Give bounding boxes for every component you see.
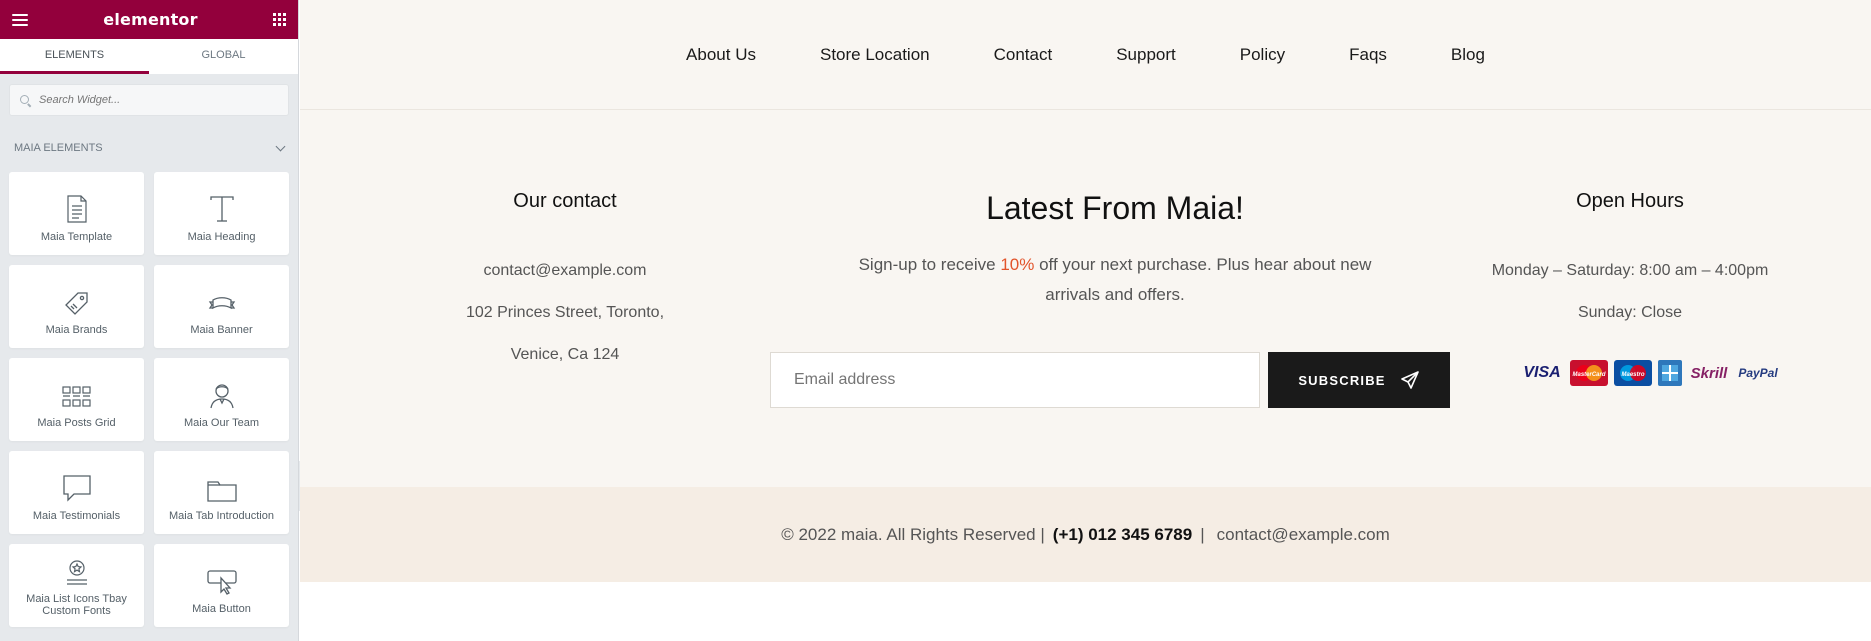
panel-header: elementor: [0, 0, 298, 39]
site-preview: About Us Store Location Contact Support …: [300, 0, 1871, 641]
elementor-logo: elementor: [103, 10, 198, 29]
nav-blog[interactable]: Blog: [1451, 45, 1485, 65]
newsletter-title: Latest From Maia!: [986, 190, 1244, 226]
mastercard-logo: MasterCard: [1570, 360, 1608, 386]
widget-label: Maia Our Team: [184, 417, 259, 429]
email-address-input[interactable]: [770, 352, 1260, 408]
search-widget-input[interactable]: [39, 94, 279, 106]
tab-icon: [206, 481, 237, 502]
contact-address-line2: Venice, Ca 124: [510, 346, 620, 363]
nav-faqs[interactable]: Faqs: [1349, 45, 1387, 65]
nav-contact[interactable]: Contact: [994, 45, 1053, 65]
svg-text:Maestro: Maestro: [1621, 372, 1644, 378]
newsletter-description: Sign-up to receive 10% off your next pur…: [840, 250, 1390, 310]
subscribe-label: SUBSCRIBE: [1298, 372, 1386, 388]
paper-plane-icon: [1400, 371, 1419, 389]
copyright-bar: © 2022 maia. All Rights Reserved | (+1) …: [300, 487, 1871, 582]
footer-main: Our contact contact@example.com 102 Prin…: [300, 110, 1871, 487]
widget-maia-list-icons[interactable]: Maia List Icons Tbay Custom Fonts: [9, 544, 144, 627]
category-header[interactable]: MAIA ELEMENTS: [0, 128, 298, 168]
subscribe-button[interactable]: SUBSCRIBE: [1268, 352, 1450, 408]
team-member-icon: [209, 384, 234, 409]
tab-global[interactable]: GLOBAL: [149, 39, 298, 74]
payment-methods: VISA MasterCard Maestro Skrill PayPal: [1520, 360, 1780, 386]
widget-label: Maia Testimonials: [32, 510, 121, 522]
nav-support[interactable]: Support: [1116, 45, 1176, 65]
search-box: [9, 84, 289, 116]
document-icon: [66, 195, 87, 223]
category-title: MAIA ELEMENTS: [14, 142, 103, 154]
widget-label: Maia Banner: [190, 324, 253, 336]
hamburger-menu-icon[interactable]: [12, 13, 28, 26]
desc-text-after: off your next purchase. Plus hear about …: [1034, 255, 1372, 304]
widget-maia-banner[interactable]: Maia Banner: [154, 265, 289, 348]
search-wrapper: [0, 74, 298, 126]
button-cursor-icon: [206, 570, 237, 595]
widget-label: Maia Posts Grid: [37, 417, 116, 429]
widget-label: Maia Tab Introduction: [169, 510, 274, 522]
widget-maia-testimonials[interactable]: Maia Testimonials: [9, 451, 144, 534]
widget-maia-tab-introduction[interactable]: Maia Tab Introduction: [154, 451, 289, 534]
widget-label: Maia List Icons Tbay Custom Fonts: [26, 593, 127, 617]
chevron-down-icon: [275, 141, 286, 151]
visa-logo: VISA: [1523, 364, 1561, 381]
panel-tabs: ELEMENTS GLOBAL: [0, 39, 298, 74]
search-icon: [20, 94, 31, 106]
widget-maia-our-team[interactable]: Maia Our Team: [154, 358, 289, 441]
banner-icon: [208, 297, 235, 310]
widgets-grid: Maia Template Maia Heading Maia Brands M…: [0, 168, 298, 627]
copyright-separator: |: [1200, 524, 1205, 544]
heading-t-icon: [209, 196, 234, 222]
contact-title: Our contact: [513, 190, 617, 212]
widget-label: Maia Heading: [187, 231, 256, 243]
widget-label: Maia Button: [192, 603, 251, 615]
skrill-logo: Skrill: [1690, 364, 1728, 382]
widgets-grid-icon[interactable]: [273, 13, 286, 26]
speech-bubble-icon: [62, 475, 91, 502]
svg-text:MasterCard: MasterCard: [1572, 372, 1605, 378]
paypal-logo: PayPal: [1738, 366, 1778, 380]
contact-address-line1: 102 Princes Street, Toronto,: [465, 304, 665, 321]
discount-highlight: 10%: [1000, 255, 1035, 274]
posts-grid-icon: [61, 386, 91, 407]
footer-nav: About Us Store Location Contact Support …: [300, 0, 1871, 110]
tag-icon: [64, 292, 88, 315]
contact-email[interactable]: contact@example.com: [430, 250, 700, 292]
desc-text-before: Sign-up to receive: [858, 255, 1001, 274]
copyright-phone[interactable]: (+1) 012 345 6789: [1053, 525, 1192, 545]
nav-about-us[interactable]: About Us: [686, 45, 756, 65]
maestro-logo: Maestro: [1614, 360, 1652, 386]
widget-label: Maia Template: [40, 231, 113, 243]
star-list-icon: [66, 560, 87, 585]
widget-label: Maia Brands: [45, 324, 108, 336]
tab-elements[interactable]: ELEMENTS: [0, 39, 149, 74]
nav-policy[interactable]: Policy: [1240, 45, 1285, 65]
widget-maia-posts-grid[interactable]: Maia Posts Grid: [9, 358, 144, 441]
hours-title: Open Hours: [1576, 190, 1684, 212]
amex-logo: [1658, 360, 1682, 386]
widget-maia-heading[interactable]: Maia Heading: [154, 172, 289, 255]
copyright-email[interactable]: contact@example.com: [1217, 525, 1390, 545]
elementor-panel: elementor ELEMENTS GLOBAL MAIA ELEMENTS …: [0, 0, 299, 641]
widget-maia-button[interactable]: Maia Button: [154, 544, 289, 627]
hours-weekdays: Monday – Saturday: 8:00 am – 4:00pm: [1491, 262, 1769, 279]
copyright-text: © 2022 maia. All Rights Reserved |: [781, 524, 1045, 544]
widget-maia-brands[interactable]: Maia Brands: [9, 265, 144, 348]
widget-maia-template[interactable]: Maia Template: [9, 172, 144, 255]
nav-store-location[interactable]: Store Location: [820, 45, 930, 65]
hours-sunday: Sunday: Close: [1577, 304, 1683, 321]
